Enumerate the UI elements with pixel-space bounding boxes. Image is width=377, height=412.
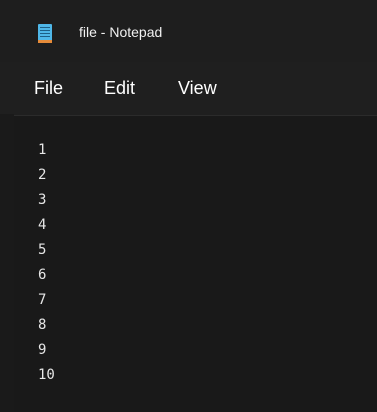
text-line: 1 (38, 142, 47, 158)
text-line: 9 (38, 342, 47, 358)
text-line: 7 (38, 292, 47, 308)
notepad-icon (38, 24, 52, 43)
menu-file[interactable]: File (34, 78, 63, 98)
text-line: 10 (38, 367, 55, 383)
text-line: 4 (38, 217, 47, 233)
notepad-window: file - Notepad File Edit View 1234567891… (0, 0, 377, 412)
editor-area[interactable]: 1 2 3 4 5 6 7 8 9 10 (14, 116, 377, 412)
text-line: 6 (38, 267, 47, 283)
text-line: 5 (38, 242, 47, 258)
menu-view[interactable]: View (178, 78, 217, 98)
window-title: file - Notepad (79, 24, 163, 40)
text-line: 2 (38, 167, 47, 183)
text-line: 3 (38, 192, 47, 208)
menu-bar: File Edit View (0, 62, 377, 114)
text-line: 8 (38, 317, 47, 333)
menu-edit[interactable]: Edit (104, 78, 135, 98)
title-bar[interactable]: file - Notepad (0, 0, 377, 62)
document-text[interactable]: 1 2 3 4 5 6 7 8 9 10 (38, 138, 55, 388)
